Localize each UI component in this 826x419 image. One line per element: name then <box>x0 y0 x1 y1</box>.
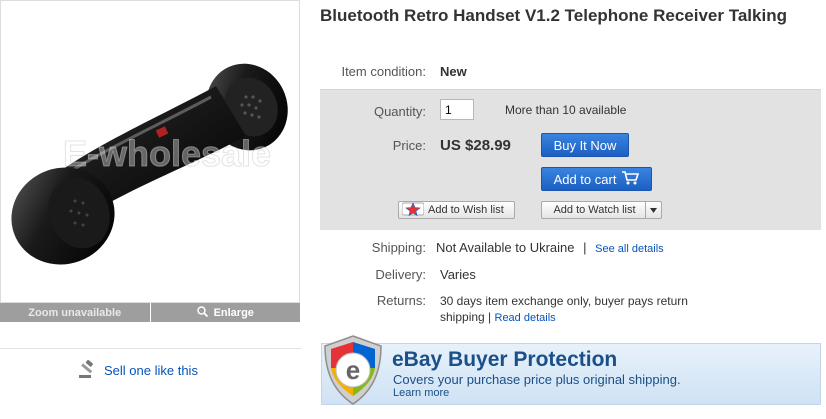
delivery-label: Delivery: <box>375 267 426 282</box>
sell-one-label: Sell one like this <box>104 362 198 378</box>
delivery-value: Varies <box>440 267 476 282</box>
availability-text: More than 10 available <box>505 103 627 117</box>
product-image-panel[interactable]: E-wholesale <box>0 0 300 303</box>
enlarge-button[interactable]: Enlarge <box>149 303 301 322</box>
zoom-unavailable: Zoom unavailable <box>0 303 150 322</box>
sell-one-link[interactable]: Sell one like this <box>78 360 198 380</box>
buyer-protection-title: eBay Buyer Protection <box>392 348 618 371</box>
shipping-value-row: Not Available to Ukraine | See all detai… <box>436 240 664 255</box>
left-divider <box>0 348 302 349</box>
returns-label: Returns: <box>376 293 426 308</box>
add-to-cart-button[interactable]: Add to cart <box>541 167 652 191</box>
zoom-unavailable-label: Zoom unavailable <box>28 306 122 319</box>
watch-list-label: Add to Watch list <box>553 204 636 216</box>
condition-label: Item condition: <box>341 64 426 79</box>
buyer-protection-subtitle: Covers your purchase price plus original… <box>393 372 681 387</box>
price-label: Price: <box>392 138 426 153</box>
star-icon <box>401 201 425 219</box>
gavel-icon <box>79 360 93 378</box>
returns-value: 30 days item exchange only, buyer pays r… <box>440 293 688 326</box>
add-to-watch-list-button[interactable]: Add to Watch list <box>541 201 662 219</box>
returns-line-1: 30 days item exchange only, buyer pays r… <box>440 294 688 308</box>
shipping-separator: | <box>583 240 587 255</box>
add-to-wish-list-button[interactable]: Add to Wish list <box>398 201 515 219</box>
dropdown-arrow-icon[interactable] <box>645 202 661 218</box>
returns-line-2: shipping | <box>440 310 492 324</box>
watermark-text: E-wholesale <box>63 133 271 174</box>
quantity-label: Quantity: <box>373 104 426 119</box>
price-value: US $28.99 <box>440 137 511 154</box>
product-image: E-wholesale <box>11 63 288 265</box>
buy-it-now-label: Buy It Now <box>553 137 617 153</box>
learn-more-link[interactable]: Learn more <box>393 387 449 399</box>
shipping-label: Shipping: <box>371 240 426 255</box>
cart-icon <box>621 170 640 188</box>
quantity-input[interactable] <box>440 99 474 120</box>
read-details-link[interactable]: Read details <box>495 312 556 324</box>
enlarge-label: Enlarge <box>213 306 254 319</box>
condition-value: New <box>440 64 467 79</box>
shield-icon: e <box>321 334 385 411</box>
zoom-bar: Zoom unavailable Enlarge <box>0 303 300 322</box>
product-title: Bluetooth Retro Handset V1.2 Telephone R… <box>320 6 787 25</box>
add-to-cart-label: Add to cart <box>553 171 617 187</box>
shield-letter: e <box>346 355 360 385</box>
magnifier-icon <box>196 305 208 320</box>
buy-it-now-button[interactable]: Buy It Now <box>541 133 629 157</box>
wish-list-label: Add to Wish list <box>428 204 504 216</box>
shipping-value: Not Available to Ukraine <box>436 240 575 255</box>
see-all-details-link[interactable]: See all details <box>595 243 664 255</box>
